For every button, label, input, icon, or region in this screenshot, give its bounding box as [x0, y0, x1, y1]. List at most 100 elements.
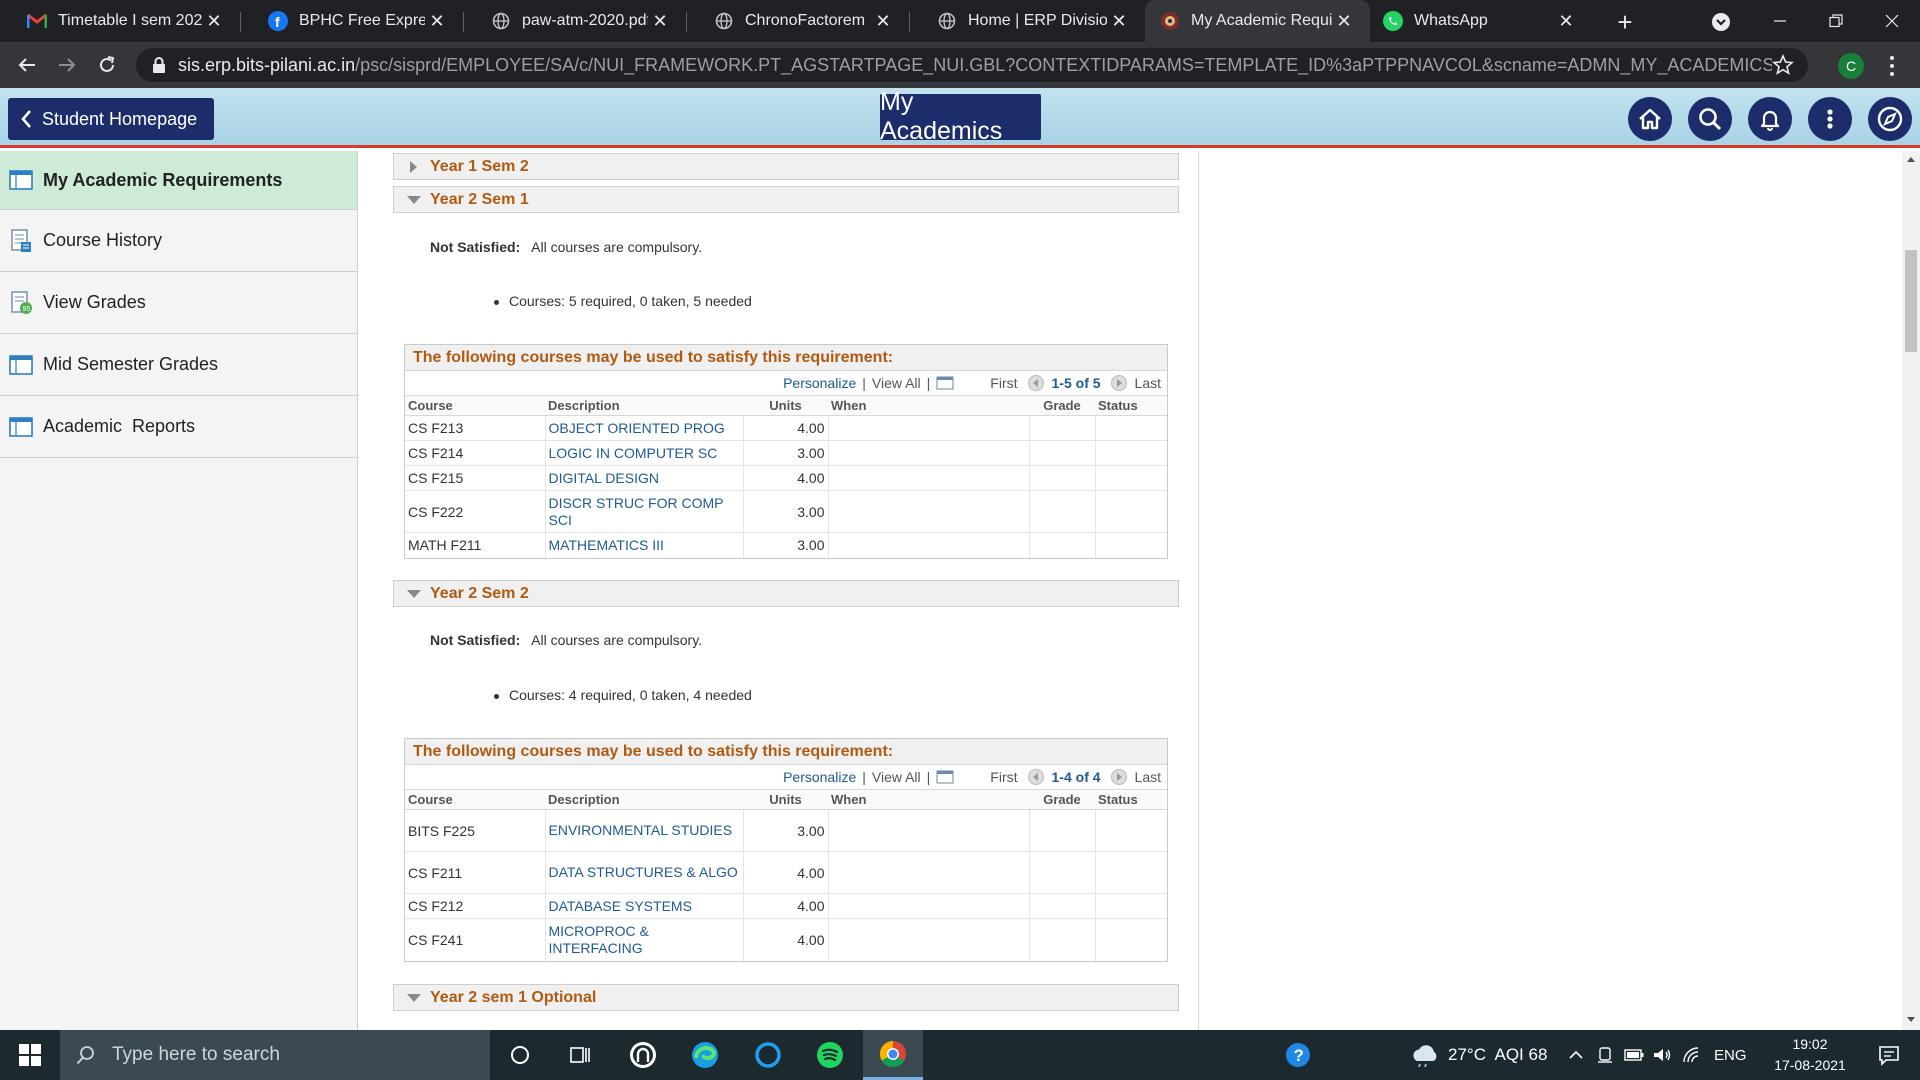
view-all-link[interactable]: View All	[872, 375, 921, 391]
language-indicator[interactable]: ENG	[1714, 1047, 1747, 1064]
back-button[interactable]	[12, 50, 42, 80]
scrollbar-thumb[interactable]	[1905, 250, 1917, 352]
last-link[interactable]: Last	[1135, 769, 1161, 785]
browser-menu-icon[interactable]	[1882, 54, 1902, 78]
first-link[interactable]: First	[990, 769, 1017, 785]
notifications-center-button[interactable]	[1858, 1030, 1920, 1080]
last-link[interactable]: Last	[1135, 375, 1161, 391]
section-year2-sem2[interactable]: Year 2 Sem 2	[393, 580, 1179, 607]
reload-button[interactable]	[92, 50, 122, 80]
wifi-icon[interactable]	[1682, 1046, 1700, 1064]
page-scrollbar[interactable]	[1902, 151, 1920, 1030]
close-tab-icon[interactable]: ✕	[1332, 9, 1356, 33]
tab-pdf[interactable]: paw-atm-2020.pdf ✕	[464, 0, 686, 42]
sidebar-item-mid-semester-grades[interactable]: Mid Semester Grades	[0, 334, 357, 396]
close-tab-icon[interactable]: ✕	[871, 9, 895, 33]
scroll-down-arrow[interactable]	[1907, 1017, 1915, 1022]
actions-menu-button[interactable]	[1808, 97, 1852, 141]
first-link[interactable]: First	[990, 375, 1017, 391]
course-description-link[interactable]: DATABASE SYSTEMS	[545, 893, 744, 919]
section-year1-sem2[interactable]: Year 1 Sem 2	[393, 153, 1179, 180]
taskbar-app-github[interactable]	[613, 1030, 673, 1080]
section-label: Year 2 Sem 2	[430, 584, 529, 602]
bookmark-star-icon[interactable]	[1772, 54, 1794, 76]
chevron-up-icon[interactable]	[1568, 1047, 1584, 1063]
sidebar-item-academic-reports[interactable]: Academic Reports	[0, 396, 357, 458]
table-row: CS F222 DISCR STRUC FOR COMP SCI 3.00	[405, 490, 1167, 533]
course-status	[1095, 440, 1167, 466]
personalize-link[interactable]: Personalize	[783, 769, 856, 785]
grid-title: The following courses may be used to sat…	[405, 739, 1167, 765]
battery-icon[interactable]	[1624, 1048, 1644, 1062]
student-homepage-button[interactable]: Student Homepage	[8, 98, 214, 140]
taskbar-app-spotify[interactable]	[800, 1030, 860, 1080]
tab-bphc[interactable]: f BPHC Free Expression ✕	[241, 0, 463, 42]
close-tab-icon[interactable]: ✕	[1554, 9, 1578, 33]
profile-avatar[interactable]: C	[1838, 53, 1864, 79]
course-description-link[interactable]: DIGITAL DESIGN	[545, 465, 744, 491]
tab-timetable[interactable]: Timetable I sem 2021 ✕	[0, 0, 240, 42]
sidebar-item-course-history[interactable]: Course History	[0, 210, 357, 272]
sidebar-item-label: Academic Reports	[43, 416, 196, 436]
search-button[interactable]	[1688, 97, 1732, 141]
weather-widget[interactable]: 27°C AQI 68	[1410, 1030, 1547, 1080]
minimize-button[interactable]	[1752, 0, 1808, 42]
course-description-link[interactable]: DISCR STRUC FOR COMP SCI	[545, 490, 744, 533]
next-page-button[interactable]	[1110, 375, 1127, 391]
course-description-link[interactable]: LOGIC IN COMPUTER SC	[545, 440, 744, 466]
volume-icon[interactable]	[1652, 1046, 1672, 1064]
close-tab-icon[interactable]: ✕	[202, 9, 226, 33]
close-tab-icon[interactable]: ✕	[425, 9, 449, 33]
navbar-button[interactable]	[1868, 97, 1912, 141]
task-view-button[interactable]	[490, 1030, 550, 1080]
main-content: Year 1 Sem 2 Year 2 Sem 1 Not Satisfied:…	[358, 151, 1198, 1030]
summary-text: Courses: 4 required, 0 taken, 4 needed	[509, 687, 752, 703]
taskbar-app-chrome[interactable]	[863, 1030, 923, 1080]
tab-my-academic-requirements[interactable]: My Academic Require ✕	[1145, 0, 1370, 42]
sidebar-item-academic-requirements[interactable]: My Academic Requirements	[0, 151, 357, 210]
forward-button[interactable]	[52, 50, 82, 80]
notifications-button[interactable]	[1748, 97, 1792, 141]
course-units: 3.00	[743, 532, 829, 558]
address-bar[interactable]: sis.erp.bits-pilani.ac.in/psc/sisprd/EMP…	[136, 48, 1808, 82]
taskbar-app-cortana[interactable]	[738, 1030, 798, 1080]
view-all-link[interactable]: View All	[872, 769, 921, 785]
new-tab-button[interactable]: +	[1612, 7, 1638, 37]
course-status	[1095, 809, 1167, 852]
tab-whatsapp[interactable]: WhatsApp ✕	[1370, 0, 1592, 42]
close-tab-icon[interactable]: ✕	[648, 9, 672, 33]
taskbar-search-box[interactable]: Type here to search	[60, 1030, 490, 1080]
section-year2-sem1[interactable]: Year 2 Sem 1	[393, 186, 1179, 213]
sidebar-item-view-grades[interactable]: 95 View Grades	[0, 272, 357, 334]
zoom-grid-icon[interactable]	[936, 376, 954, 390]
personalize-link[interactable]: Personalize	[783, 375, 856, 391]
home-button[interactable]	[1628, 97, 1672, 141]
section-year2-sem1-optional[interactable]: Year 2 sem 1 Optional	[393, 984, 1179, 1011]
course-description-link[interactable]: MATHEMATICS III	[545, 532, 744, 558]
next-page-button[interactable]	[1110, 769, 1127, 785]
previous-page-button[interactable]	[1027, 375, 1044, 391]
start-button[interactable]	[0, 1030, 60, 1080]
restore-button[interactable]	[1808, 0, 1864, 42]
taskbar-app-edge[interactable]	[675, 1030, 735, 1080]
scroll-up-arrow[interactable]	[1907, 157, 1915, 162]
tab-chronofactorem[interactable]: ChronoFactorem ✕	[687, 0, 909, 42]
course-description-link[interactable]: MICROPROC & INTERFACING	[545, 918, 744, 961]
courses-table: Course Description Units When Grade Stat…	[405, 789, 1167, 961]
help-tray-button[interactable]: ?	[1268, 1030, 1328, 1080]
system-clock[interactable]: 19:02 17-08-2021	[1764, 1034, 1856, 1076]
course-grade	[1029, 465, 1096, 491]
device-icon[interactable]	[1596, 1046, 1614, 1064]
close-window-button[interactable]	[1864, 0, 1920, 42]
task-view-icon-button[interactable]	[550, 1030, 610, 1080]
zoom-grid-icon[interactable]	[936, 770, 954, 784]
course-description-link[interactable]: OBJECT ORIENTED PROG	[545, 415, 744, 441]
caret-down-icon	[407, 195, 421, 204]
tab-search-button[interactable]	[1708, 9, 1734, 35]
course-description-link[interactable]: ENVIRONMENTAL STUDIES	[545, 809, 744, 852]
previous-page-button[interactable]	[1027, 769, 1044, 785]
course-description-link[interactable]: DATA STRUCTURES & ALGO	[545, 851, 744, 894]
tab-erp-home[interactable]: Home | ERP Division | ✕	[910, 0, 1145, 42]
close-tab-icon[interactable]: ✕	[1107, 9, 1131, 33]
cortana-circle-icon	[511, 1046, 529, 1064]
